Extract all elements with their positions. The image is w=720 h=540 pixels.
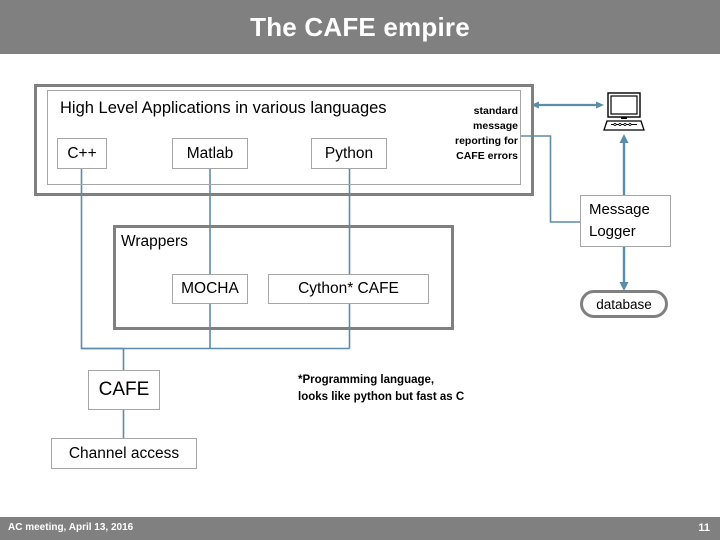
cafe-label: CAFE (98, 379, 150, 400)
applications-heading: High Level Applications in various langu… (60, 98, 387, 117)
footer-meeting-label: AC meeting, April 13, 2016 (8, 522, 134, 533)
database-label: database (596, 296, 652, 312)
cython-footnote-line1: *Programming language, (298, 374, 435, 386)
slide-title-bar: The CAFE empire (0, 0, 720, 54)
wrapper-box-cython-cafe[interactable]: Cython* CAFE (268, 274, 429, 304)
slide-footer-bar: AC meeting, April 13, 2016 11 (0, 517, 720, 540)
cython-footnote: *Programming language, looks like python… (298, 372, 464, 407)
channel-access-box[interactable]: Channel access (51, 438, 197, 469)
footer-page-number: 11 (698, 522, 710, 534)
page-title: The CAFE empire (250, 12, 470, 42)
message-logger-label-line1: Message (589, 201, 650, 218)
error-reporting-note: standard message reporting for CAFE erro… (449, 90, 520, 178)
wrappers-label: Wrappers (121, 233, 188, 250)
channel-access-label: Channel access (68, 444, 180, 462)
arrowhead-up-computer (619, 134, 629, 143)
message-logger-label: Message Logger (589, 199, 650, 243)
language-box-python[interactable]: Python (311, 138, 387, 169)
language-box-cpp[interactable]: C++ (57, 138, 107, 169)
cafe-box[interactable]: CAFE (88, 370, 160, 410)
cython-footnote-line2: looks like python but fast as C (298, 391, 465, 404)
language-box-matlab[interactable]: Matlab (172, 138, 248, 169)
wrapper-label-mocha: MOCHA (181, 280, 239, 297)
desktop-computer-icon (602, 92, 646, 134)
wrapper-box-mocha[interactable]: MOCHA (172, 274, 248, 304)
language-label-python: Python (324, 144, 374, 162)
language-label-matlab: Matlab (186, 144, 234, 162)
database-box[interactable]: database (580, 290, 668, 318)
language-label-cpp: C++ (67, 144, 97, 162)
wrapper-label-cython-cafe: Cython* CAFE (298, 280, 399, 297)
message-logger-label-line2: Logger (589, 222, 636, 240)
error-reporting-note-text: standard message reporting for CAFE erro… (455, 105, 518, 162)
